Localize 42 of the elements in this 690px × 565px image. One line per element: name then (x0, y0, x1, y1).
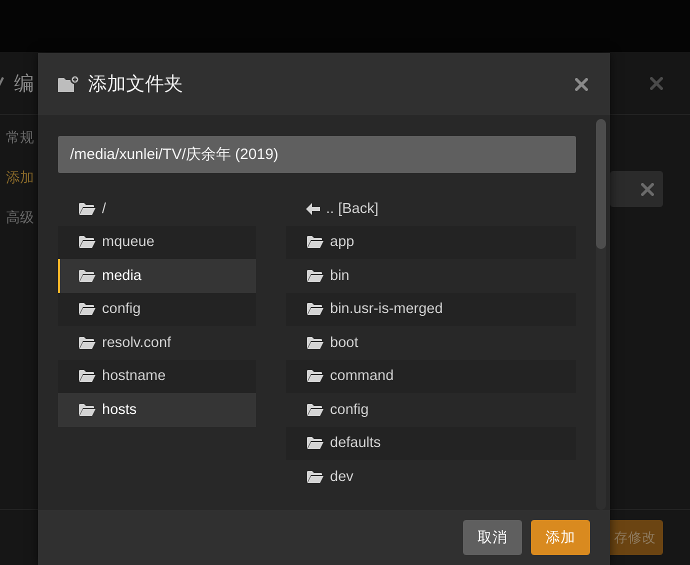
folder-list-item[interactable]: bin.usr-is-merged (286, 292, 576, 326)
folder-icon (306, 402, 324, 417)
folder-icon (78, 369, 96, 384)
folder-list-item[interactable]: boot (286, 326, 576, 360)
folder-list-item[interactable]: media (58, 259, 256, 292)
folder-list-item[interactable]: hosts (58, 393, 256, 426)
cancel-button[interactable]: 取消 (463, 520, 522, 555)
close-icon[interactable] (575, 78, 588, 90)
folder-list-item[interactable]: app (286, 226, 576, 259)
folder-list-item[interactable]: bin (286, 259, 576, 292)
folder-icon (306, 436, 324, 450)
close-icon[interactable] (641, 182, 654, 196)
folder-list-item[interactable]: defaults (286, 426, 576, 460)
folder-icon (306, 369, 324, 384)
back-arrow-icon (306, 202, 320, 215)
scrollbar[interactable] (596, 119, 606, 510)
folder-icon (306, 336, 324, 350)
close-icon[interactable] (650, 76, 663, 90)
path-field[interactable]: /media/xunlei/TV/庆余年 (2019) (58, 136, 576, 173)
folder-list-item[interactable]: mqueue (58, 226, 256, 259)
folder-icon (306, 268, 324, 283)
folder-list-item[interactable]: config (58, 292, 256, 326)
folder-plus-icon (58, 75, 80, 93)
folder-list-item[interactable]: dev (286, 460, 576, 494)
folder-list-item[interactable]: config (286, 393, 576, 426)
folder-list-item[interactable]: resolv.conf (58, 326, 256, 360)
panel-title: 编 (14, 72, 34, 96)
folder-list-item[interactable]: hostname (58, 360, 256, 393)
folder-icon (78, 302, 96, 316)
folder-icon (306, 302, 324, 316)
folder-list-item[interactable]: / (58, 192, 256, 226)
folder-icon (78, 202, 96, 216)
clear-button[interactable] (610, 171, 663, 207)
dialog-title: 添加文件夹 (88, 73, 183, 97)
folder-list-item[interactable]: command (286, 360, 576, 393)
folder-icon (78, 402, 96, 417)
folder-icon (78, 336, 96, 350)
folder-icon (306, 235, 324, 250)
folder-list-item[interactable]: .. [Back] (286, 192, 576, 226)
folder-icon (306, 470, 324, 484)
folder-icon (78, 235, 96, 250)
folder-icon (78, 268, 96, 283)
